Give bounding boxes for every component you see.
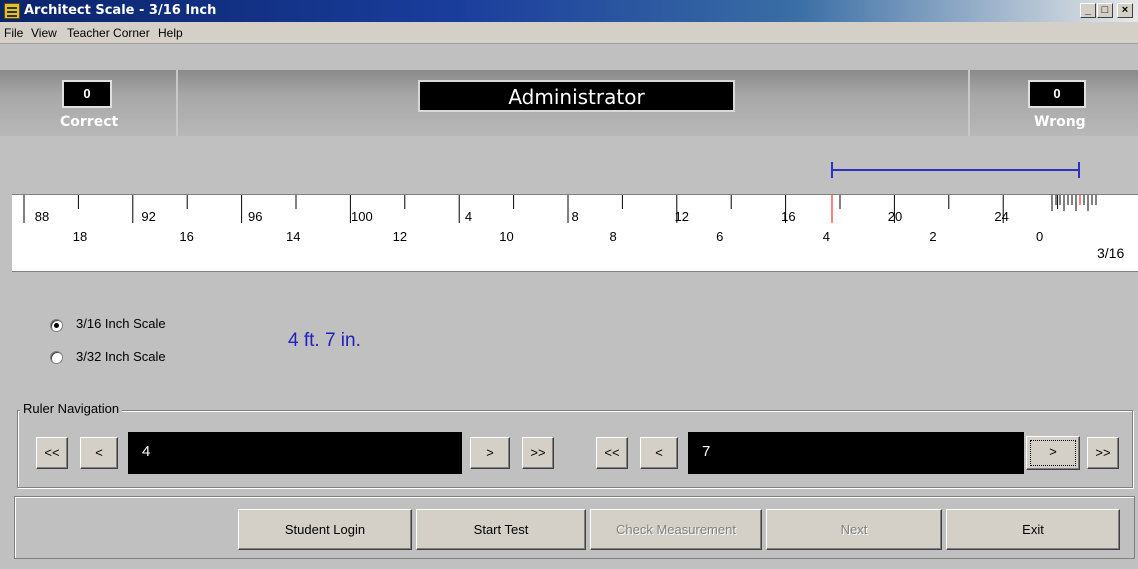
ruler-top-number: 20 [888, 209, 902, 224]
start-test-label: Start Test [473, 522, 529, 537]
radio-3-16-scale[interactable] [50, 319, 63, 332]
student-login-button[interactable]: Student Login [238, 509, 412, 550]
ruler-top-number: 100 [351, 209, 373, 224]
ruler-bottom-number: 4 [823, 229, 830, 244]
ruler-bottom-number: 16 [179, 229, 193, 244]
ruler-bottom-number: 2 [929, 229, 936, 244]
group-label: Ruler Navigation [20, 401, 123, 416]
ruler-bottom-number: 18 [73, 229, 87, 244]
feet-value-display: 4 [128, 432, 462, 474]
inches-value-display: 7 [688, 432, 1024, 474]
ruler-bottom-number: 0 [1036, 229, 1043, 244]
measurement-readout: 4 ft. 7 in. [288, 330, 361, 351]
inches-last-button[interactable]: >> [1087, 437, 1119, 469]
ruler-top-number: 16 [781, 209, 795, 224]
ruler-bottom-number: 14 [286, 229, 300, 244]
next-label: Next [840, 522, 868, 537]
ruler-markings: 88 92 96 100 4 8 12 16 20 2418 16 14 12 10 8 6 4 2 0 [23, 195, 1097, 244]
ruler-top-number: 24 [994, 209, 1008, 224]
inches-prev-button[interactable]: < [640, 437, 678, 469]
exit-button[interactable]: Exit [946, 509, 1120, 550]
focus-rect [1030, 440, 1076, 466]
ruler-bottom-number: 6 [716, 229, 723, 244]
inches-next-button[interactable]: > [1026, 436, 1080, 470]
ruler-top-number: 96 [248, 209, 262, 224]
scale-option-label: 3/32 Inch Scale [76, 349, 166, 364]
architect-ruler[interactable]: 88 92 96 100 4 8 12 16 20 24 18 16 14 12 10 8 6 4 2 0 3/16 [12, 194, 1138, 272]
feet-last-button[interactable]: >> [522, 437, 554, 469]
check-measurement-label: Check Measurement [616, 522, 736, 537]
ruler-top-number: 8 [572, 209, 579, 224]
scale-option-label: 3/16 Inch Scale [76, 316, 166, 331]
feet-next-button[interactable]: > [470, 437, 510, 469]
ruler-bottom-number: 10 [499, 229, 513, 244]
ruler-top-number: 4 [465, 209, 472, 224]
ruler-top-number: 88 [35, 209, 49, 224]
student-login-label: Student Login [284, 522, 366, 537]
ruler-bottom-number: 8 [610, 229, 617, 244]
check-measurement-button[interactable]: Check Measurement [590, 509, 762, 550]
app-window: Architect Scale - 3/16 Inch _ □ × File V… [0, 0, 1138, 569]
radio-3-32-scale[interactable] [50, 351, 63, 364]
start-test-button[interactable]: Start Test [416, 509, 586, 550]
scale-label: 3/16 [1097, 245, 1125, 261]
ruler-bottom-number: 12 [393, 229, 407, 244]
feet-prev-button[interactable]: < [80, 437, 118, 469]
inches-first-button[interactable]: << [596, 437, 628, 469]
next-button[interactable]: Next [766, 509, 942, 550]
exit-label: Exit [1022, 522, 1044, 537]
ruler-top-number: 92 [141, 209, 155, 224]
ruler-top-number: 12 [675, 209, 689, 224]
feet-first-button[interactable]: << [36, 437, 68, 469]
